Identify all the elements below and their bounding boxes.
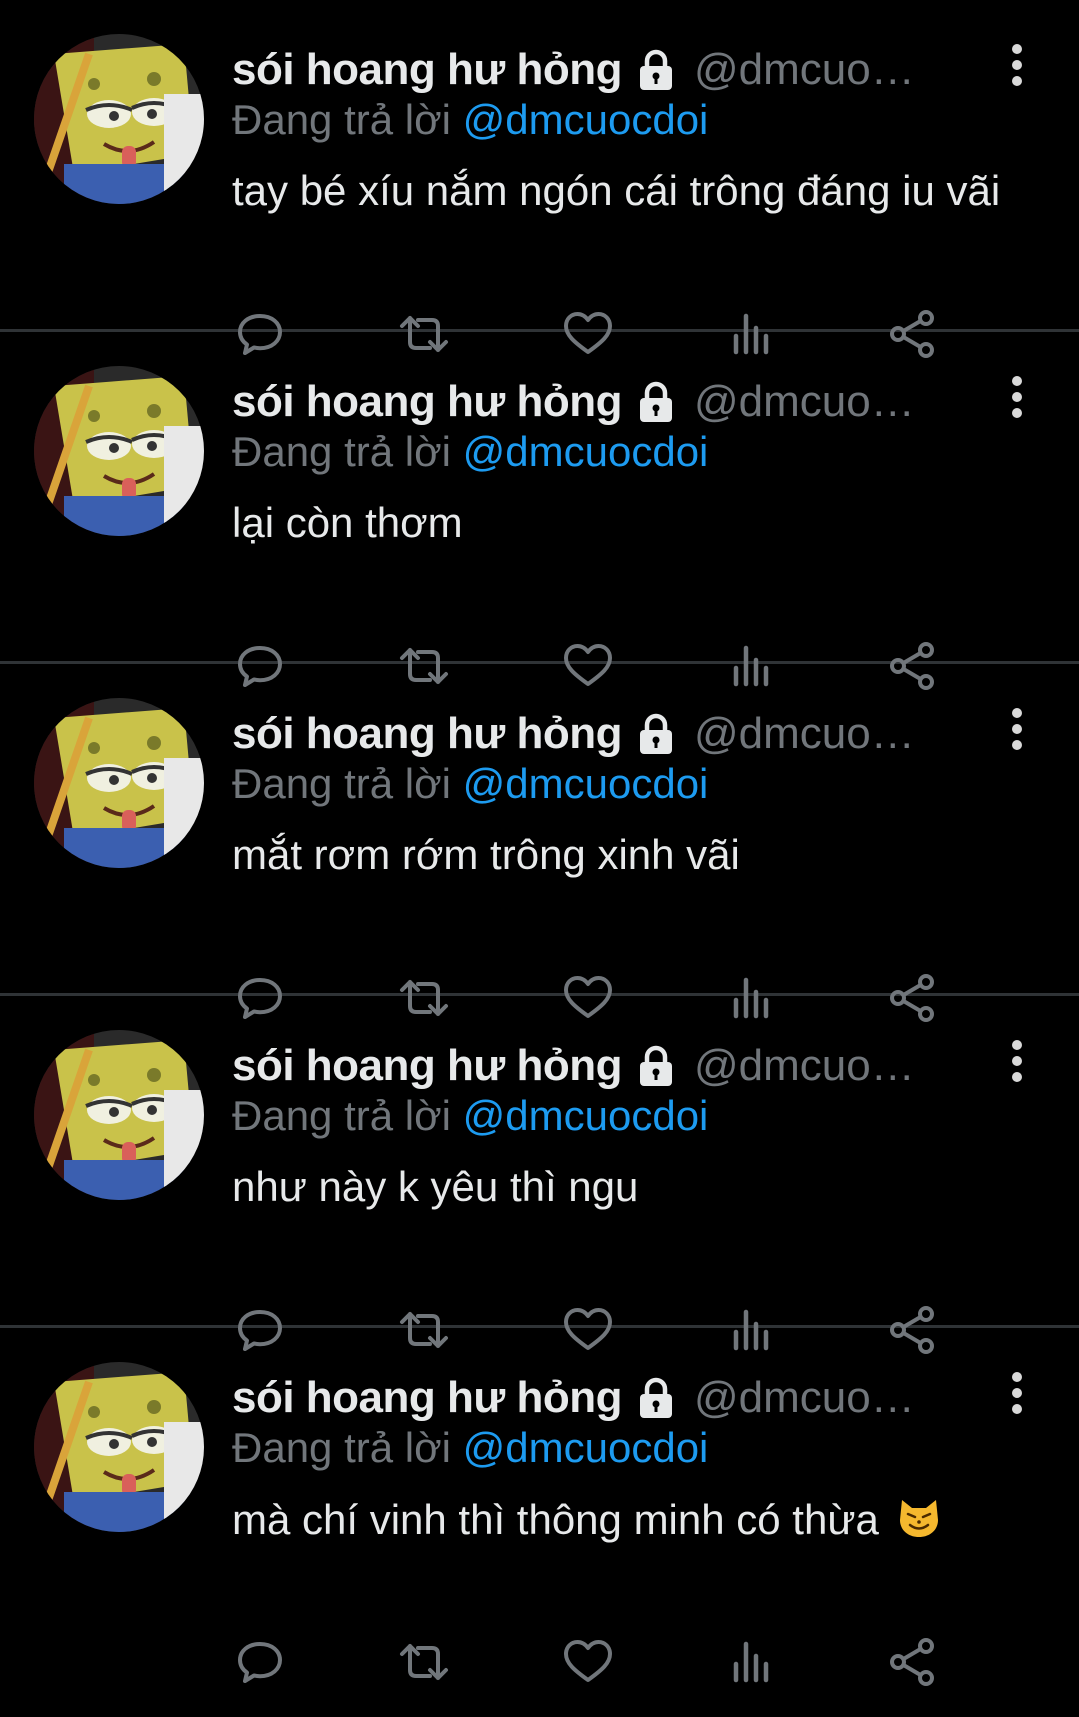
tweet-header: sói hoang hư hỏng @dmcuocd...: [232, 1370, 929, 1426]
reply-prefix: Đang trả lời: [232, 760, 451, 807]
more-icon[interactable]: [1007, 44, 1027, 90]
more-icon[interactable]: [1007, 1040, 1027, 1086]
reply-context: Đang trả lời @dmcuocdoi: [232, 428, 708, 476]
lock-icon: [634, 380, 678, 424]
reply-context: Đang trả lời @dmcuocdoi: [232, 96, 708, 144]
tweet-header: sói hoang hư hỏng @dmcuocd...: [232, 1038, 929, 1094]
avatar-image: [34, 34, 204, 204]
tweet-text: tay bé xíu nắm ngón cái trông đáng iu vã…: [232, 166, 1019, 216]
reply-icon[interactable]: [232, 1634, 288, 1690]
tweet-text-content: tay bé xíu nắm ngón cái trông đáng iu vã…: [232, 167, 1001, 214]
user-handle[interactable]: @dmcuocd...: [694, 1041, 929, 1091]
tweet-text: mà chí vinh thì thông minh có thừa: [232, 1494, 1019, 1545]
user-handle[interactable]: @dmcuocd...: [694, 1373, 929, 1423]
tweet[interactable]: sói hoang hư hỏng @dmcuocd... Đang trả l…: [0, 996, 1079, 1354]
display-name[interactable]: sói hoang hư hỏng: [232, 1041, 622, 1091]
views-icon[interactable]: [724, 1634, 780, 1690]
reply-context: Đang trả lời @dmcuocdoi: [232, 1424, 708, 1472]
reply-prefix: Đang trả lời: [232, 1424, 451, 1471]
tweet[interactable]: sói hoang hư hỏng @dmcuocd... Đang trả l…: [0, 0, 1079, 358]
display-name[interactable]: sói hoang hư hỏng: [232, 709, 622, 759]
tweet-header: sói hoang hư hỏng @dmcuocd...: [232, 42, 929, 98]
retweet-icon[interactable]: [396, 1634, 452, 1690]
tweet-text: mắt rơm rớm trông xinh vãi: [232, 830, 1019, 880]
like-icon[interactable]: [560, 1634, 616, 1690]
avatar-image: [34, 698, 204, 868]
user-handle[interactable]: @dmcuocd...: [694, 709, 929, 759]
tweet-text: như này k yêu thì ngu: [232, 1162, 1019, 1212]
display-name[interactable]: sói hoang hư hỏng: [232, 377, 622, 427]
avatar[interactable]: [34, 1030, 204, 1200]
reply-context: Đang trả lời @dmcuocdoi: [232, 1092, 708, 1140]
avatar-image: [34, 1362, 204, 1532]
reply-mention-link[interactable]: @dmcuocdoi: [463, 96, 709, 143]
avatar-image: [34, 1030, 204, 1200]
reply-prefix: Đang trả lời: [232, 96, 451, 143]
reply-prefix: Đang trả lời: [232, 428, 451, 475]
lock-icon: [634, 1376, 678, 1420]
reply-prefix: Đang trả lời: [232, 1092, 451, 1139]
tweet-text: lại còn thơm: [232, 498, 1019, 548]
lock-icon: [634, 1044, 678, 1088]
reply-context: Đang trả lời @dmcuocdoi: [232, 760, 708, 808]
avatar[interactable]: [34, 34, 204, 204]
avatar-image: [34, 366, 204, 536]
tweet-text-content: mà chí vinh thì thông minh có thừa: [232, 1496, 879, 1543]
lock-icon: [634, 712, 678, 756]
reply-mention-link[interactable]: @dmcuocdoi: [463, 428, 709, 475]
tweet-actions: [232, 1634, 1019, 1690]
tweet-header: sói hoang hư hỏng @dmcuocd...: [232, 706, 929, 762]
display-name[interactable]: sói hoang hư hỏng: [232, 1373, 622, 1423]
share-icon[interactable]: [884, 1634, 940, 1690]
tweet[interactable]: sói hoang hư hỏng @dmcuocd... Đang trả l…: [0, 332, 1079, 690]
tweet-feed: sói hoang hư hỏng @dmcuocd... Đang trả l…: [0, 0, 1079, 1686]
tweet-text-content: mắt rơm rớm trông xinh vãi: [232, 831, 740, 878]
avatar[interactable]: [34, 1362, 204, 1532]
avatar[interactable]: [34, 366, 204, 536]
user-handle[interactable]: @dmcuocd...: [694, 45, 929, 95]
tweet-text-content: như này k yêu thì ngu: [232, 1163, 639, 1210]
more-icon[interactable]: [1007, 1372, 1027, 1418]
more-icon[interactable]: [1007, 376, 1027, 422]
lock-icon: [634, 48, 678, 92]
tweet-text-content: lại còn thơm: [232, 499, 463, 546]
reply-mention-link[interactable]: @dmcuocdoi: [463, 1424, 709, 1471]
tweet[interactable]: sói hoang hư hỏng @dmcuocd... Đang trả l…: [0, 1328, 1079, 1686]
cat-emoji-icon: [896, 1494, 942, 1540]
tweet[interactable]: sói hoang hư hỏng @dmcuocd... Đang trả l…: [0, 664, 1079, 1022]
more-icon[interactable]: [1007, 708, 1027, 754]
tweet-header: sói hoang hư hỏng @dmcuocd...: [232, 374, 929, 430]
reply-mention-link[interactable]: @dmcuocdoi: [463, 1092, 709, 1139]
user-handle[interactable]: @dmcuocd...: [694, 377, 929, 427]
display-name[interactable]: sói hoang hư hỏng: [232, 45, 622, 95]
avatar[interactable]: [34, 698, 204, 868]
reply-mention-link[interactable]: @dmcuocdoi: [463, 760, 709, 807]
